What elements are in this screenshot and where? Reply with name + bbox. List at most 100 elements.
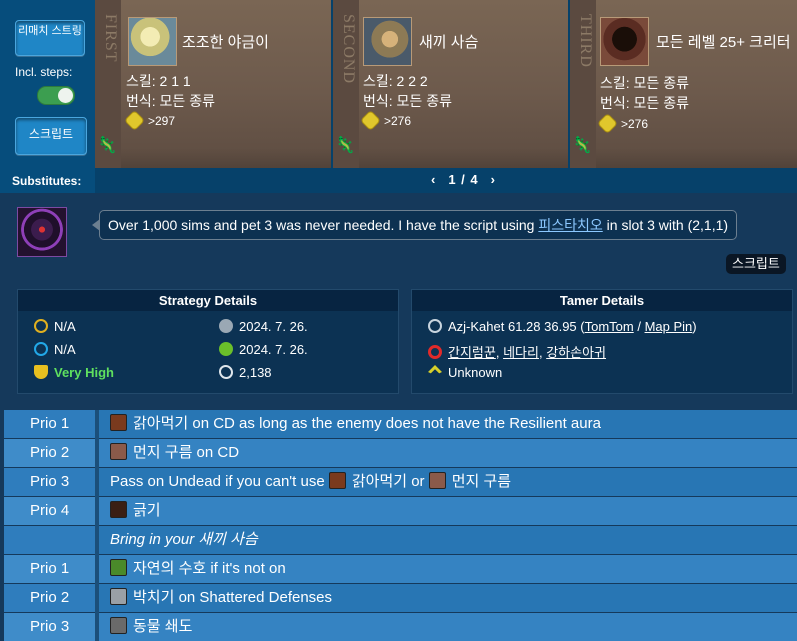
ordinal-label: FIRST: [102, 14, 119, 63]
substitutes-label: Substitutes:: [12, 174, 82, 188]
strategy-row: 2,138: [219, 365, 272, 380]
map-pin-link[interactable]: Map Pin: [645, 319, 693, 334]
pet-portrait[interactable]: [600, 17, 649, 66]
step-row-bring-in: Bring in your 새끼 사슴: [4, 526, 797, 554]
ability-name[interactable]: 긁기: [133, 502, 161, 519]
pager-prev-button[interactable]: ‹: [431, 172, 436, 187]
script-tag-button[interactable]: 스크립트: [726, 254, 786, 274]
pet-portrait[interactable]: [128, 17, 177, 66]
step-label: Prio 1: [4, 410, 95, 438]
step-row: Prio 3 동물 쇄도: [4, 613, 797, 641]
dust-cloud-icon: [428, 472, 446, 489]
ordinal-label: THIRD: [577, 14, 594, 68]
tamer-details-panel: Tamer Details Azj-Kahet 61.28 36.95 (Tom…: [411, 289, 793, 394]
card-shade: [121, 148, 331, 168]
strategy-row: 2024. 7. 26.: [219, 342, 308, 357]
script-button[interactable]: 스크립트: [15, 117, 87, 155]
pet-name[interactable]: 조조한 야금이: [182, 31, 269, 52]
step-row: Prio 2 먼지 구름 on CD: [4, 439, 797, 467]
comment-text-after: in slot 3 with (2,1,1): [602, 217, 729, 233]
lizard-icon: 🦎: [572, 137, 592, 154]
strategy-row: N/A: [34, 342, 76, 357]
pet-count: >297: [125, 111, 176, 130]
step-text: Pass on Undead if you can't use 갉아먹기 or …: [110, 468, 511, 496]
tomtom-link[interactable]: TomTom: [585, 319, 634, 334]
tamer-difficulty-row: Unknown: [428, 365, 502, 380]
target-icon: [428, 345, 442, 359]
step-text: 갉아먹기 on CD as long as the enemy does not…: [110, 410, 601, 438]
step-detail: on Shattered Defenses: [174, 589, 333, 606]
strategy-controls: 리매치 스트링 Incl. steps: 스크립트 Substitutes:: [0, 0, 95, 193]
strategy-value: N/A: [54, 342, 76, 357]
toggle-knob: [58, 88, 73, 103]
gnaw-icon: [110, 414, 127, 431]
step-label: Prio 3: [4, 613, 95, 641]
pet-count: >276: [361, 111, 412, 130]
tamer-details-title: Tamer Details: [412, 290, 792, 311]
pet-portrait[interactable]: [363, 17, 412, 66]
strategy-details-title: Strategy Details: [18, 290, 398, 311]
link-separator: /: [633, 319, 645, 334]
pet-card-first: FIRST 🦎 조조한 야금이 스킬: 2 1 1 번식: 모든 종류 >297: [95, 0, 331, 168]
trophy-icon: [34, 365, 48, 379]
paren-close: ): [692, 319, 697, 334]
ability-name[interactable]: 동물 쇄도: [133, 618, 192, 635]
step-text: 박치기 on Shattered Defenses: [110, 584, 332, 612]
strategy-views: 2,138: [239, 365, 272, 380]
lizard-icon: 🦎: [97, 137, 117, 154]
commenter-avatar[interactable]: [17, 207, 67, 257]
comment-pet-link[interactable]: 피스타치오: [538, 217, 602, 233]
rematch-string-button[interactable]: 리매치 스트링: [15, 20, 85, 56]
nature-ward-icon: [110, 559, 127, 576]
pet-count-value: >276: [384, 114, 412, 128]
strategy-details-panel: Strategy Details N/A N/A Very High 2024.…: [17, 289, 399, 394]
pager-label: 1 / 4: [448, 172, 479, 187]
comment-text-before: Over 1,000 sims and pet 3 was never need…: [108, 217, 539, 233]
stampede-icon: [110, 617, 127, 634]
strategy-date-updated: 2024. 7. 26.: [239, 342, 308, 357]
tamer-location-row: Azj-Kahet 61.28 36.95 (TomTom / Map Pin): [428, 319, 697, 334]
step-label: [4, 526, 95, 554]
ability-name[interactable]: 먼지 구름: [133, 444, 192, 461]
step-label: Prio 2: [4, 584, 95, 612]
strategy-row: Very High: [34, 365, 114, 380]
step-label: Prio 1: [4, 555, 95, 583]
gear-green-icon: [219, 342, 233, 356]
step-text: 긁기: [110, 497, 161, 525]
incl-steps-toggle[interactable]: [37, 86, 75, 105]
npc-link[interactable]: 네다리: [503, 345, 539, 360]
step-text: Bring in your 새끼 사슴: [110, 526, 258, 554]
card-shade: [596, 148, 797, 168]
step-row: Prio 1 자연의 수호 if it's not on: [4, 555, 797, 583]
bring-in-pet[interactable]: 새끼 사슴: [198, 531, 257, 548]
pet-card-second: SECOND 🦎 새끼 사슴 스킬: 2 2 2 번식: 모든 종류 >276: [333, 0, 568, 168]
step-detail: if it's not on: [206, 560, 286, 577]
npc-link[interactable]: 간지럼꾼: [448, 345, 496, 360]
bring-in-text: Bring in your: [110, 531, 199, 548]
ability-name[interactable]: 갉아먹기: [352, 473, 407, 490]
pet-count-value: >297: [148, 114, 176, 128]
pet-count-value: >276: [621, 117, 649, 131]
stopwatch-icon: [34, 319, 48, 333]
ability-name[interactable]: 박치기: [133, 589, 174, 606]
headbutt-icon: [110, 588, 127, 605]
dust-cloud-icon: [110, 443, 127, 460]
pet-name[interactable]: 모든 레벨 25+ 크리터: [656, 31, 791, 52]
step-row: Prio 4 긁기: [4, 497, 797, 525]
strategy-steps: Prio 1 갉아먹기 on CD as long as the enemy d…: [4, 410, 797, 641]
step-row: Prio 3 Pass on Undead if you can't use 갉…: [4, 468, 797, 496]
strategy-comment: Over 1,000 sims and pet 3 was never need…: [91, 210, 738, 240]
pager-next-button[interactable]: ›: [491, 172, 496, 187]
ability-name[interactable]: 자연의 수호: [133, 560, 206, 577]
lizard-icon: 🦎: [335, 137, 355, 154]
ability-name[interactable]: 먼지 구름: [452, 473, 511, 490]
npc-link[interactable]: 강하손아귀: [546, 345, 606, 360]
step-text: 동물 쇄도: [110, 613, 192, 641]
pet-name[interactable]: 새끼 사슴: [419, 31, 478, 52]
ability-name[interactable]: 갉아먹기: [133, 415, 188, 432]
step-label: Prio 2: [4, 439, 95, 467]
step-detail: Pass on Undead if you can't use: [110, 473, 329, 490]
card-shade: [359, 148, 568, 168]
step-detail: on CD as long as the enemy does not have…: [188, 415, 601, 432]
incl-steps-label: Incl. steps:: [15, 65, 73, 79]
